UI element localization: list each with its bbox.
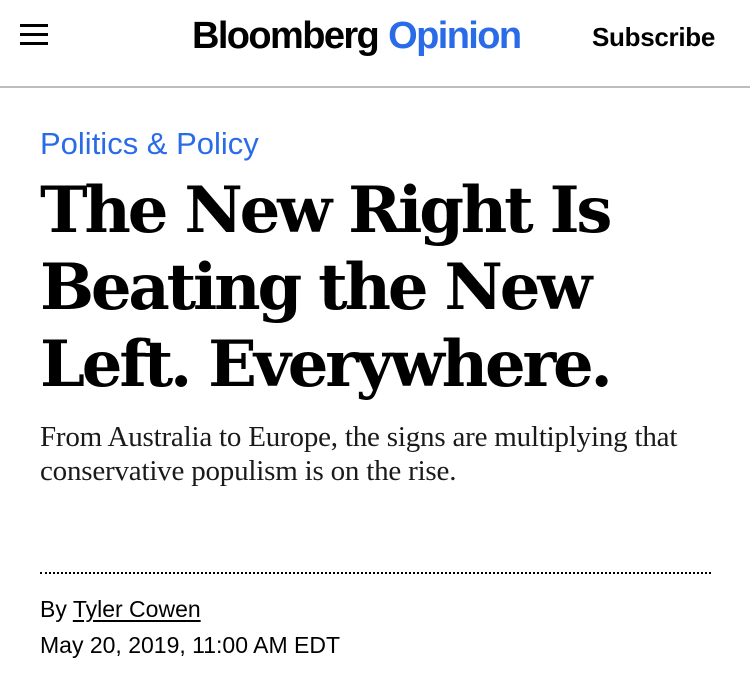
logo-brand-text: Bloomberg [192,15,380,57]
hamburger-menu-icon[interactable] [20,24,48,46]
article-headline: The New Right Is Beating the New Left. E… [40,172,730,403]
headline-line: Beating the New [40,250,592,325]
byline-prefix: By [40,596,67,622]
article-summary: From Australia to Europe, the signs are … [40,421,678,487]
menu-line [20,24,48,27]
headline-line: Left. Everywhere. [40,327,613,402]
bloomberg-opinion-logo[interactable]: Bloomberg Opinion [192,12,522,60]
logo-section-text: Opinion [388,15,522,57]
publish-date: May 20, 2019, 11:00 AM EDT [40,632,341,658]
top-navigation-bar: Bloomberg Opinion Subscribe [0,0,750,88]
menu-line [20,42,48,45]
author-link[interactable]: Tyler Cowen [73,596,201,622]
menu-line [20,33,48,36]
byline: By Tyler Cowen [40,596,201,623]
subscribe-link[interactable]: Subscribe [592,20,715,54]
dotted-divider [40,572,711,574]
category-link[interactable]: Politics & Policy [40,126,259,162]
headline-line: The New Right Is [40,173,612,248]
